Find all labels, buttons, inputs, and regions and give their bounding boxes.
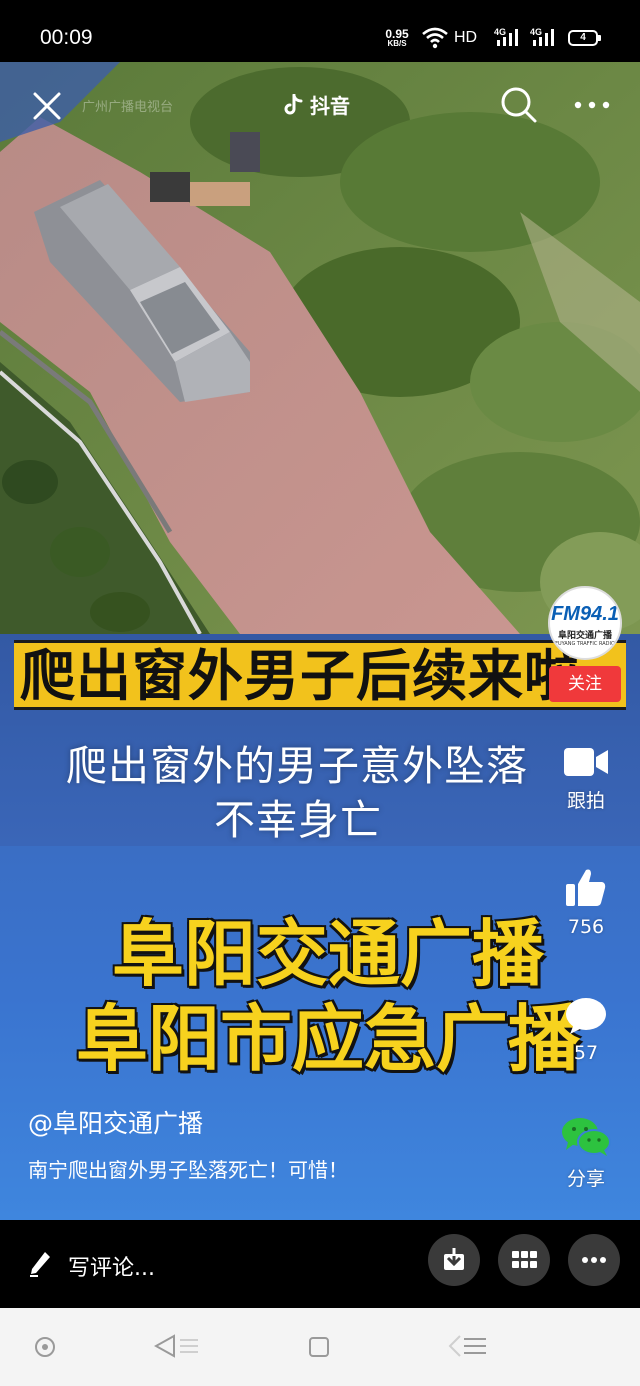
nav-back-icon[interactable] <box>154 1334 200 1358</box>
share-button[interactable]: 分享 <box>546 1116 626 1191</box>
camera-icon <box>564 748 608 776</box>
comment-button[interactable]: 57 <box>546 996 626 1064</box>
author-name[interactable]: @阜阳交通广播 <box>28 1104 203 1140</box>
video-subtitle-line1: 爬出窗外的男子意外坠落 <box>66 742 528 790</box>
comment-count: 57 <box>573 1042 599 1064</box>
avatar-logo-en: FUYANG TRAFFIC RADIO <box>555 641 615 647</box>
wechat-icon <box>562 1118 611 1156</box>
share-label: 分享 <box>566 1168 605 1190</box>
grid-menu-button[interactable] <box>498 1234 550 1286</box>
signal-icon-2: 4G <box>530 27 554 46</box>
signal-label: 4G <box>494 27 506 37</box>
post-description: 南宁爬出窗外男子坠落死亡！可惜！ <box>28 1158 348 1182</box>
wifi-icon <box>422 27 448 49</box>
status-bar: 00:09 0.95 KB/S HD 4G 4G 4 <box>0 0 640 62</box>
hd-indicator: HD <box>454 29 478 46</box>
nav-recent-icon[interactable] <box>308 1336 330 1358</box>
top-navigation: 广州广播电视台 抖音 <box>0 62 640 152</box>
download-icon <box>444 1248 464 1270</box>
signal-icon: 4G <box>494 27 518 46</box>
pen-icon <box>30 1252 50 1277</box>
video-headline-banner: 爬出窗外男子后续来啦 <box>14 640 626 710</box>
signal-label-2: 4G <box>530 27 542 37</box>
comment-icon <box>566 998 606 1034</box>
ellipsis-icon <box>582 1257 606 1263</box>
download-button[interactable] <box>428 1234 480 1286</box>
author-avatar[interactable]: FM94.1 阜阳交通广播 FUYANG TRAFFIC RADIO <box>548 586 622 660</box>
douyin-brand: 抖音 <box>284 90 350 119</box>
more-options-button[interactable] <box>568 1234 620 1286</box>
thumbs-up-icon <box>566 869 606 906</box>
status-time: 00:09 <box>40 26 93 49</box>
comment-bar: 写评论... <box>0 1220 640 1308</box>
system-navigation-bar <box>0 1308 640 1386</box>
network-speed: 0.95 KB/S <box>382 28 412 48</box>
douyin-logo-icon <box>284 93 303 114</box>
battery-indicator: 4 <box>568 30 601 46</box>
nav-home-icon[interactable] <box>34 1336 56 1358</box>
like-count: 756 <box>567 916 605 938</box>
like-button[interactable]: 756 <box>546 866 626 938</box>
network-speed-unit: KB/S <box>387 39 407 48</box>
video-subtitle-line2: 不幸身亡 <box>214 796 382 844</box>
close-icon[interactable] <box>30 89 64 123</box>
app-name: 抖音 <box>310 94 350 118</box>
avatar-logo-sub: 阜阳交通广播 <box>557 631 612 641</box>
grid-icon <box>512 1251 537 1268</box>
video-banner-line2: 阜阳市应急广播 <box>76 997 581 1081</box>
more-icon[interactable] <box>572 98 612 112</box>
search-icon[interactable] <box>500 86 538 124</box>
video-headline: 爬出窗外男子后续来啦 <box>20 644 581 708</box>
follow-button[interactable]: 关注 <box>549 666 621 702</box>
comment-input[interactable]: 写评论... <box>68 1250 155 1282</box>
source-watermark: 广州广播电视台 <box>82 100 174 115</box>
film-along-label: 跟拍 <box>566 790 605 812</box>
film-along-button[interactable]: 跟拍 <box>546 744 626 813</box>
nav-menu-icon[interactable] <box>448 1334 488 1358</box>
avatar-logo-main: FM94.1 <box>551 603 619 625</box>
